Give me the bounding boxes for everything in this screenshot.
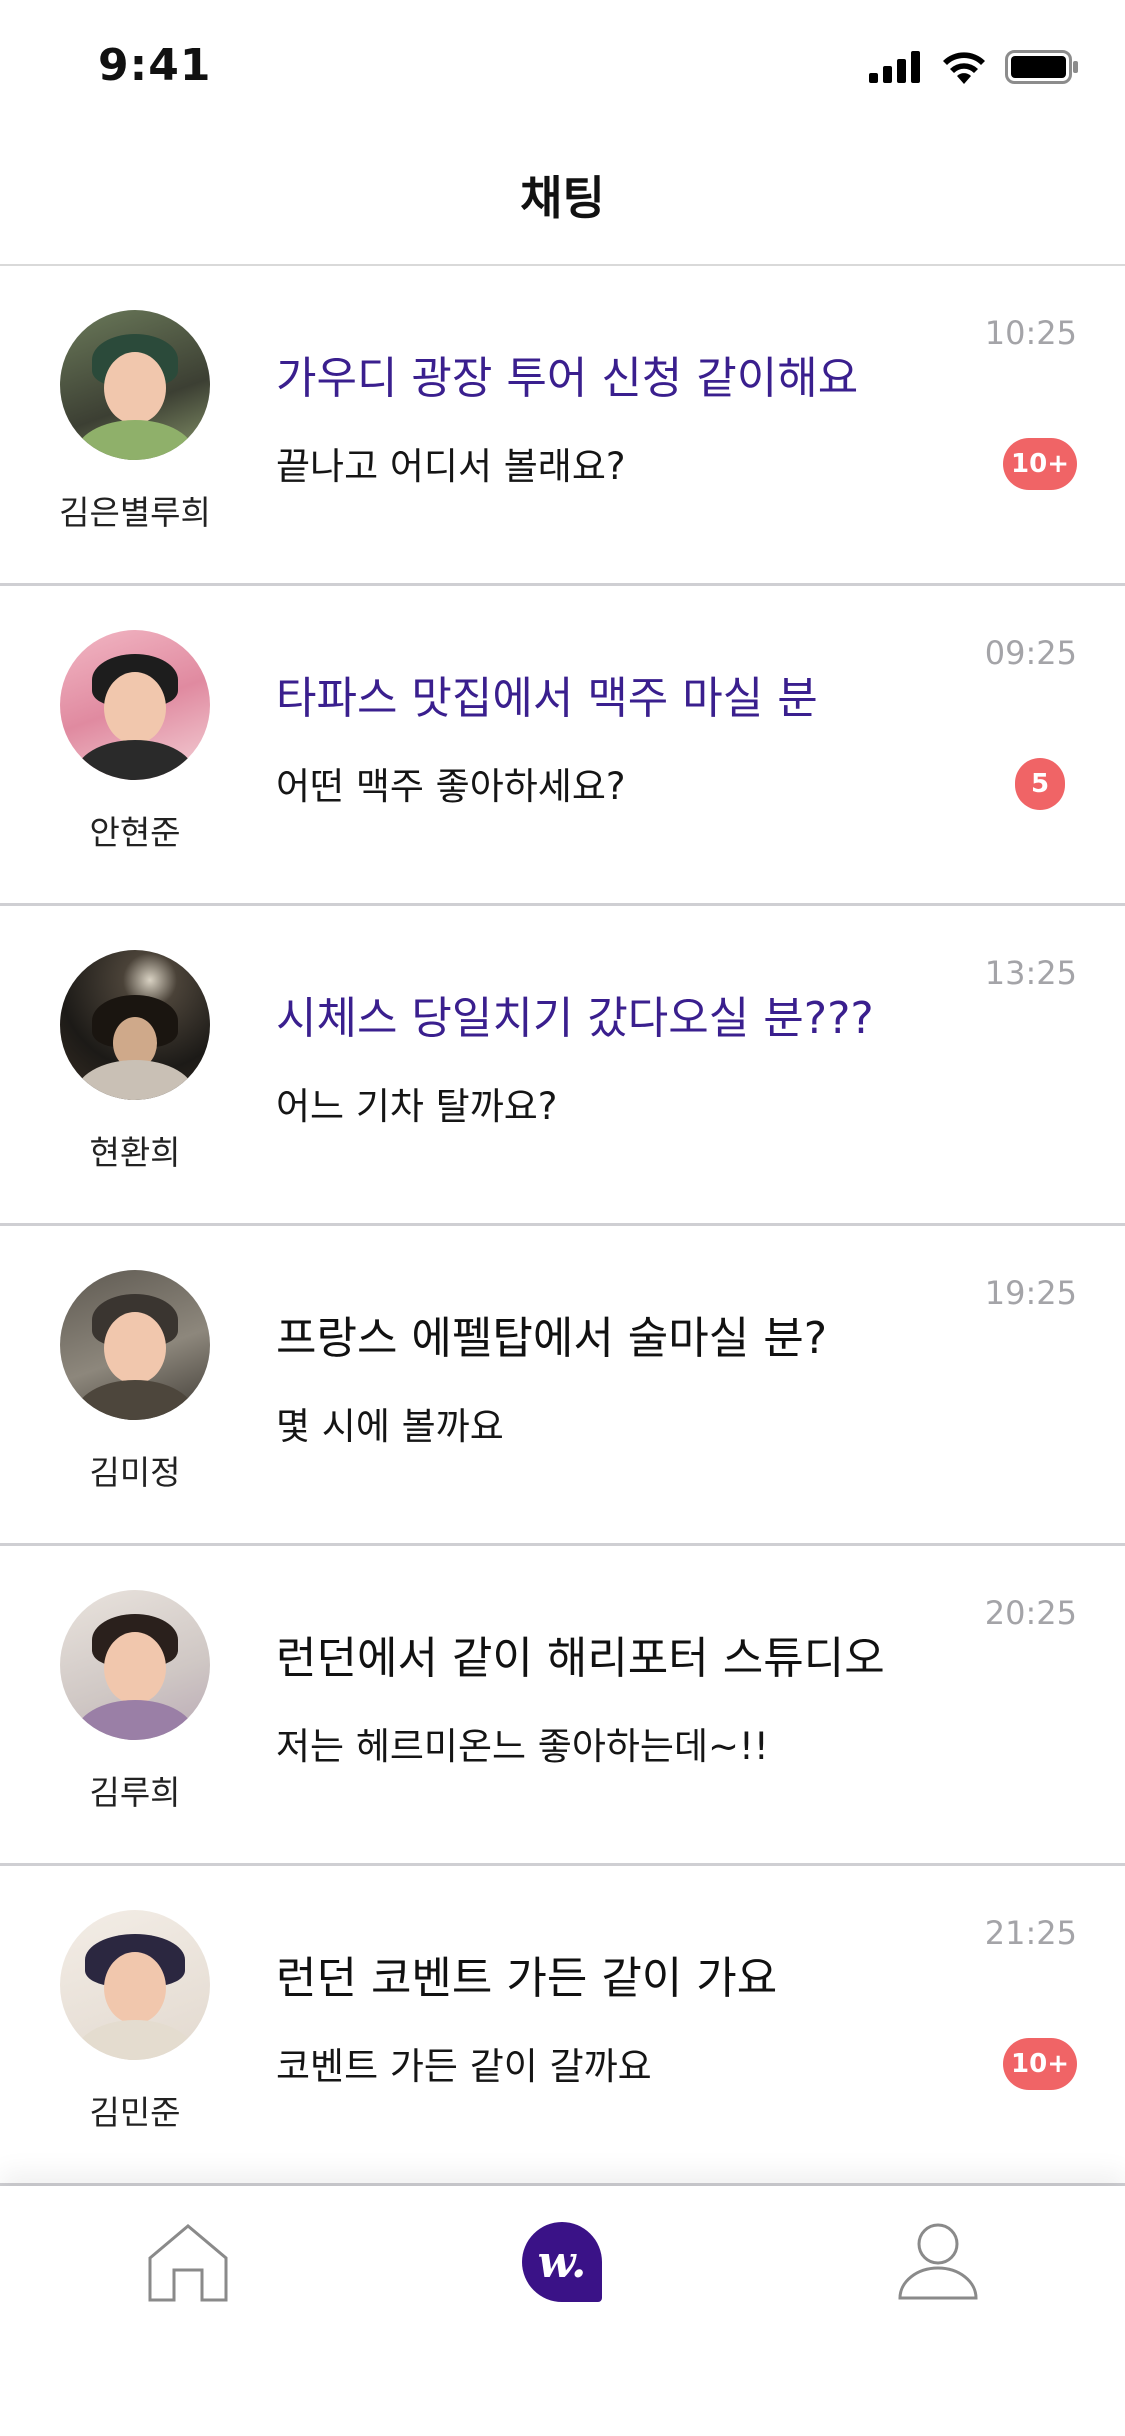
chat-row[interactable]: 김미정 프랑스 에펠탑에서 술마실 분? 몇 시에 볼까요 19:25 [0, 1226, 1125, 1546]
wifi-icon [943, 52, 985, 84]
signal-icon [869, 51, 920, 83]
page-title: 채팅 [520, 171, 605, 225]
status-bar: 9:41 [0, 0, 1125, 132]
unread-badge: 10+ [1003, 2038, 1077, 2090]
chat-last-message: 몇 시에 볼까요 [276, 1405, 504, 1448]
chat-user-name: 김미정 [89, 1453, 181, 1492]
nav-profile-button[interactable] [888, 2212, 988, 2312]
chat-logo-icon: w. [522, 2222, 602, 2302]
avatar [60, 1590, 210, 1740]
chat-user-name: 김은별루희 [59, 493, 211, 532]
chat-last-message: 어느 기차 탈까요? [276, 1085, 558, 1128]
chat-last-message: 끝나고 어디서 볼래요? [276, 445, 626, 488]
chat-row[interactable]: 현환희 시체스 당일치기 갔다오실 분??? 어느 기차 탈까요? 13:25 [0, 906, 1125, 1226]
chat-row[interactable]: 안현준 타파스 맛집에서 맥주 마실 분 어떤 맥주 좋아하세요? 09:25 … [0, 586, 1125, 906]
profile-icon [898, 2223, 978, 2300]
chat-time: 20:25 [984, 1594, 1077, 1632]
chat-title: 타파스 맛집에서 맥주 마실 분 [276, 673, 818, 724]
chat-last-message: 어떤 맥주 좋아하세요? [276, 765, 626, 808]
battery-icon [1005, 50, 1078, 84]
chat-row[interactable]: 김루희 런던에서 같이 해리포터 스튜디오 저는 헤르미온느 좋아하는데~!! … [0, 1546, 1125, 1866]
chat-row[interactable]: 김민준 런던 코벤트 가든 같이 가요 코벤트 가든 같이 갈까요 21:25 … [0, 1866, 1125, 2186]
header: 채팅 [0, 132, 1125, 266]
avatar [60, 950, 210, 1100]
chat-time: 19:25 [984, 1274, 1077, 1312]
nav-home-button[interactable] [138, 2212, 238, 2312]
chat-time: 09:25 [984, 634, 1077, 672]
chat-title: 시체스 당일치기 갔다오실 분??? [276, 993, 874, 1044]
chat-row[interactable]: 김은별루희 가우디 광장 투어 신청 같이해요 끝나고 어디서 볼래요? 10:… [0, 266, 1125, 586]
home-icon [148, 2224, 228, 2302]
chat-list: 김은별루희 가우디 광장 투어 신청 같이해요 끝나고 어디서 볼래요? 10:… [0, 266, 1125, 2186]
chat-time: 10:25 [984, 314, 1077, 352]
chat-user-name: 김루희 [89, 1773, 181, 1812]
bottom-nav: w. [0, 2186, 1125, 2436]
chat-title: 프랑스 에펠탑에서 술마실 분? [276, 1313, 828, 1364]
unread-badge: 5 [1015, 758, 1065, 810]
avatar [60, 1910, 210, 2060]
chat-time: 21:25 [984, 1914, 1077, 1952]
chat-user-name: 안현준 [89, 813, 181, 852]
chat-time: 13:25 [984, 954, 1077, 992]
avatar [60, 630, 210, 780]
status-time: 9:41 [98, 40, 212, 91]
chat-user-name: 김민준 [89, 2093, 181, 2132]
chat-title: 런던 코벤트 가든 같이 가요 [276, 1953, 778, 2004]
nav-chat-button[interactable]: w. [512, 2212, 612, 2312]
chat-title: 가우디 광장 투어 신청 같이해요 [276, 353, 859, 404]
avatar [60, 310, 210, 460]
unread-badge: 10+ [1003, 438, 1077, 490]
status-icons [869, 50, 1079, 84]
chat-user-name: 현환희 [89, 1133, 181, 1172]
chat-title: 런던에서 같이 해리포터 스튜디오 [276, 1633, 885, 1684]
chat-last-message: 저는 헤르미온느 좋아하는데~!! [276, 1725, 769, 1768]
chat-last-message: 코벤트 가든 같이 갈까요 [276, 2045, 652, 2088]
avatar [60, 1270, 210, 1420]
